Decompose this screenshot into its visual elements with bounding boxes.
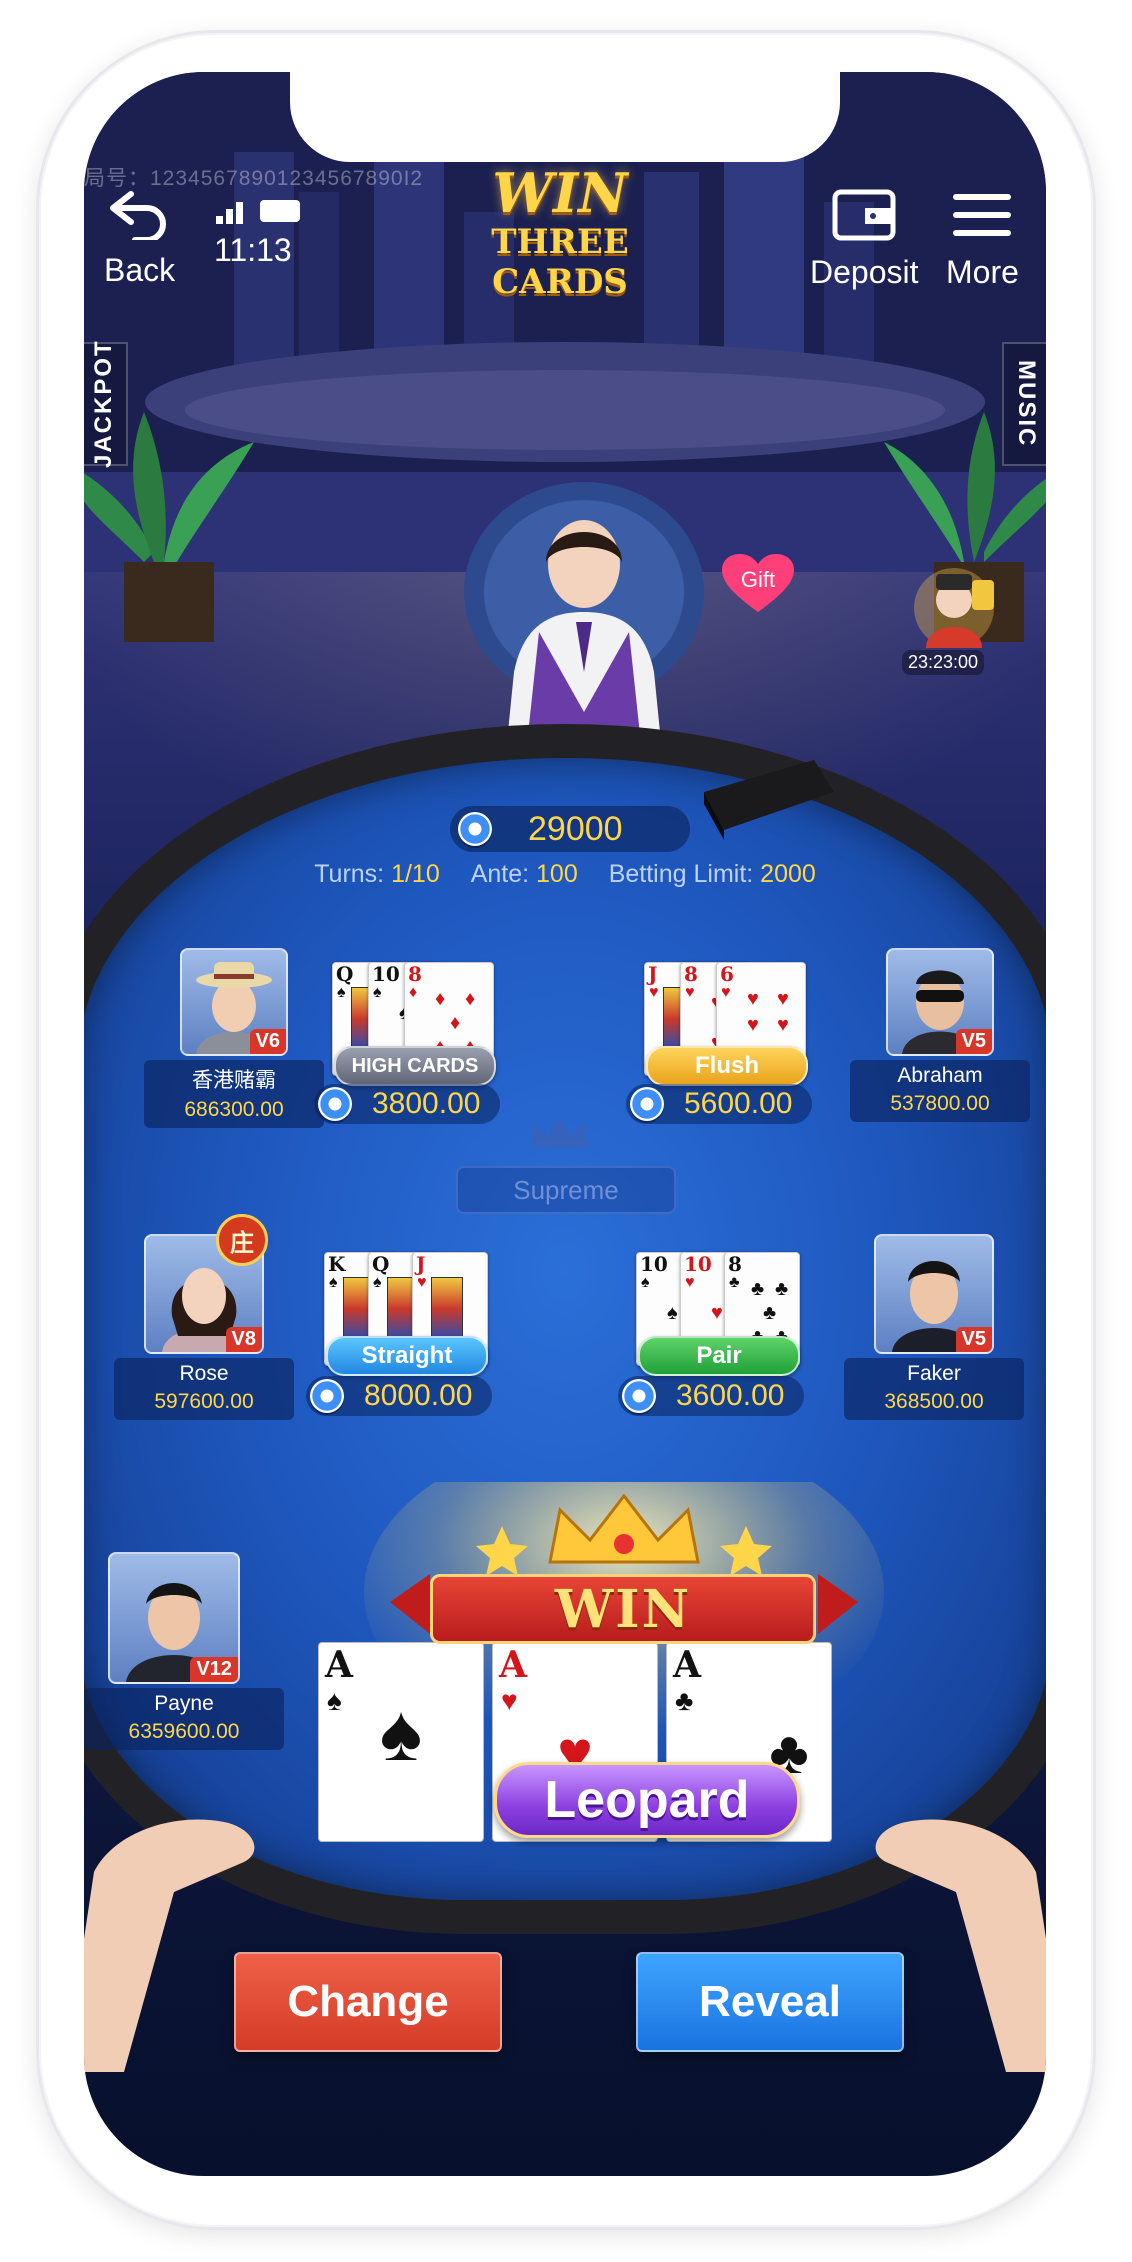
player-info: Abraham 537800.00 [850,1060,1030,1122]
card-hand[interactable]: 10♠♠ 10♥♥ 8♣♣♣♣♣♣ Pair [636,1252,800,1376]
crown-icon [530,1116,588,1148]
player-name: Abraham [897,1064,983,1087]
chip-icon [630,1087,664,1121]
player-balance: 597600.00 [154,1390,254,1413]
player-seat[interactable]: V5 Faker 368500.00 [844,1234,1024,1420]
avatar: V5 [874,1234,994,1354]
vip-badge: V5 [955,1327,992,1352]
player-info: Faker 368500.00 [844,1358,1024,1420]
player-balance: 6359600.00 [128,1720,240,1743]
game-screen: 局号：12345678901234567890I2 Back 11:13 WIN… [84,72,1046,2176]
player-bet: 8000.00 [306,1376,492,1416]
more-button[interactable]: More [946,188,1019,291]
player-balance: 368500.00 [884,1390,984,1413]
bet-amount: 8000.00 [364,1379,473,1412]
bet-amount: 5600.00 [684,1087,793,1120]
deposit-button[interactable]: Deposit [810,188,919,291]
chip-icon [458,812,492,846]
avatar: V5 [886,948,994,1056]
betting-limit-value: 2000 [760,860,816,888]
banker-badge: 庄 [216,1214,268,1266]
card-hand[interactable]: J♥ 8♥♥♥ 6♥♥♥♥♥ Flush [644,962,808,1086]
device-notch [290,72,840,162]
signal-icon [216,202,243,224]
clock-time: 11:13 [214,232,292,268]
back-arrow-icon [109,191,166,243]
win-banner: WIN [430,1574,816,1644]
vip-badge: V12 [190,1657,238,1682]
player-bet: 3800.00 [314,1084,500,1124]
ante-value: 100 [536,860,578,888]
card-shoe [704,760,834,840]
hand-rank-label: Straight [326,1336,488,1376]
back-button[interactable]: Back [104,188,175,289]
player-info: Rose 597600.00 [114,1358,294,1420]
event-timer: 23:23:00 [902,650,985,675]
player-seat[interactable]: V8 Rose 597600.00 [114,1234,294,1420]
vip-badge: V5 [955,1029,992,1054]
logo-three-cards-text: THREE CARDS [491,222,629,302]
player-bet: 5600.00 [626,1084,812,1124]
gift-button[interactable]: Gift [720,552,796,616]
chip-icon [310,1379,344,1413]
vip-badge: V6 [249,1029,286,1054]
player-bet: 3600.00 [618,1376,804,1416]
player-seat[interactable]: V5 Abraham 537800.00 [850,948,1030,1122]
betting-limit-label: Betting Limit: [608,860,754,888]
pot-amount: 29000 [528,809,623,848]
player-info: 香港赌霸 686300.00 [144,1060,324,1128]
avatar: V6 [180,948,288,1056]
player-name: Faker [907,1362,961,1385]
chip-icon [318,1087,352,1121]
winning-hand-badge: Leopard [494,1762,800,1838]
fortune-god-event-icon[interactable] [906,560,1002,650]
plant-decoration [84,412,254,642]
winning-card: A ♠ ♠ [318,1642,484,1842]
avatar: V12 [108,1552,240,1684]
bet-amount: 3800.00 [372,1087,481,1120]
more-label: More [946,254,1019,290]
ante-label: Ante: [470,860,530,888]
win-celebration: A ♠ ♠ A ♥ ♥ A ♣ ♣ WIN Leopard [318,1482,894,1842]
player-balance: 537800.00 [890,1092,990,1115]
card-hand[interactable]: K ♠ Q ♠ J ♥ Straight [324,1252,488,1376]
gift-label: Gift [740,567,776,592]
logo-win-text: WIN [492,161,628,225]
player-info: Payne 6359600.00 [84,1688,284,1750]
hand-rank-label: Flush [646,1046,808,1086]
winning-hand-label: Leopard [544,1771,750,1829]
turns-label: Turns: [314,860,385,888]
wallet-icon [832,189,896,241]
player-name: Rose [179,1362,229,1385]
player-seat-self[interactable]: V12 Payne 6359600.00 [84,1552,284,1750]
vip-badge: V8 [225,1327,262,1352]
room-level-label: Supreme [456,1166,676,1214]
card-hand[interactable]: Q♠ 10♠♠ 8♦♦♦♦♦♦ HIGH CARDS [332,962,496,1086]
back-label: Back [104,252,176,288]
bet-amount: 3600.00 [676,1379,785,1412]
player-balance: 686300.00 [184,1098,284,1121]
hamburger-menu-icon [953,194,1012,236]
deposit-label: Deposit [810,254,919,290]
table-info: Turns: 1/10 Ante: 100 Betting Limit: 200… [84,860,1046,889]
win-text: WIN [554,1578,692,1640]
reveal-button[interactable]: Reveal [636,1952,904,2052]
hand-rank-label: HIGH CARDS [334,1046,496,1086]
game-logo: WIN THREE CARDS [440,161,680,302]
hand-rank-label: Pair [638,1336,800,1376]
change-button[interactable]: Change [234,1952,502,2052]
player-name: Payne [154,1692,214,1715]
battery-icon [260,200,300,222]
turns-value: 1/10 [391,860,440,888]
player-name: 香港赌霸 [192,1069,276,1092]
player-seat[interactable]: V6 香港赌霸 686300.00 [144,948,324,1128]
pot-display: 29000 [450,806,690,852]
chip-icon [622,1379,656,1413]
